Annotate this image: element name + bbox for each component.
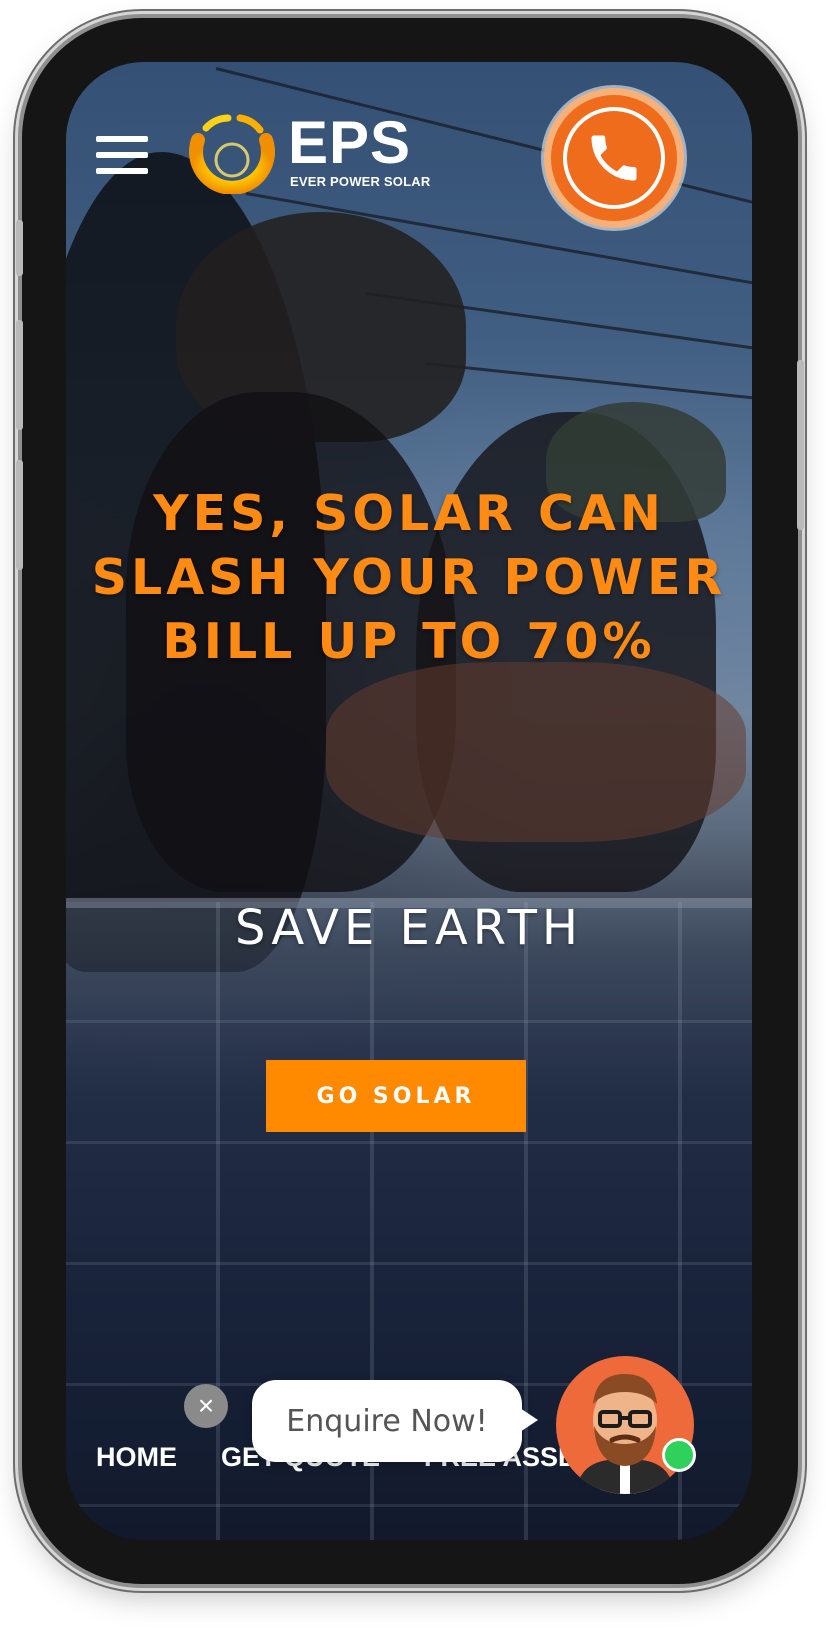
hero-overlay <box>66 62 752 1540</box>
nav-item-home[interactable]: HOME <box>96 1442 177 1492</box>
phone-power-button <box>797 360 804 530</box>
enquire-now-bubble[interactable]: Enquire Now! <box>252 1380 538 1462</box>
chat-agent-avatar[interactable] <box>556 1356 694 1494</box>
logo-subtitle: EVER POWER SOLAR <box>290 174 431 189</box>
go-solar-button[interactable]: GO SOLAR <box>266 1060 526 1132</box>
hero-headline: YES, SOLAR CAN SLASH YOUR POWER BILL UP … <box>91 485 727 670</box>
call-button-ring <box>563 107 665 209</box>
chat-close-button[interactable]: × <box>184 1384 228 1428</box>
phone-icon <box>591 135 637 181</box>
hamburger-icon[interactable] <box>96 136 148 180</box>
eps-logo[interactable]: EPS EVER POWER SOLAR <box>184 108 434 198</box>
phone-volume-down <box>16 460 23 570</box>
call-button[interactable] <box>544 88 684 228</box>
phone-silent-switch <box>16 220 23 276</box>
phone-screen: EPS EVER POWER SOLAR YES, SOLAR CAN SLAS… <box>66 62 752 1540</box>
bearded-man-avatar-icon <box>576 1374 674 1494</box>
logo-wordmark: EPS <box>288 109 412 176</box>
phone-volume-up <box>16 320 23 430</box>
hero-tagline: SAVE EARTH <box>235 900 583 956</box>
sun-ring-logo-icon <box>189 114 275 194</box>
online-status-dot <box>662 1438 696 1472</box>
